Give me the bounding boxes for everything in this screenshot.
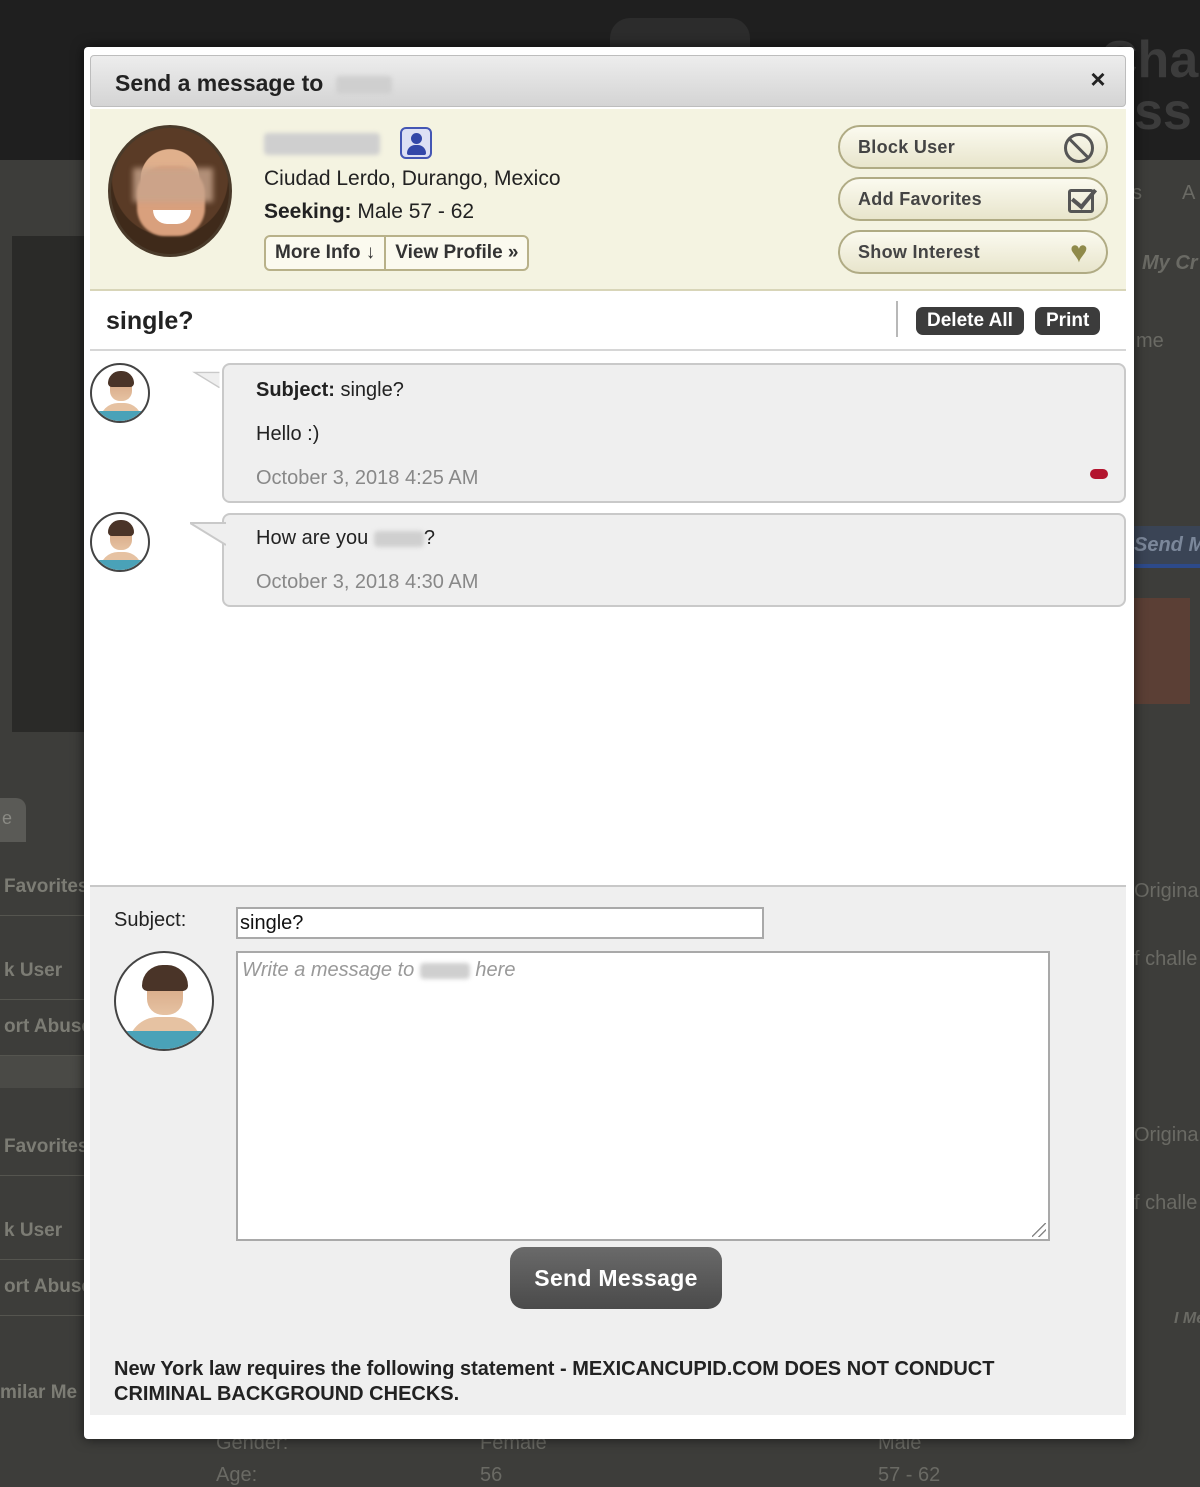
add-favorites-label: Add Favorites	[858, 189, 982, 209]
message-body: How are you ?	[256, 527, 435, 550]
background-right-text: A	[1182, 182, 1196, 204]
background-right-text: My Cr	[1142, 252, 1198, 274]
more-info-button[interactable]: More Info ↓	[266, 237, 384, 269]
background-menu-item: Favorites	[0, 860, 84, 916]
message-subject-value: single?	[340, 379, 404, 401]
recipient-name-redacted	[264, 133, 380, 155]
background-menu-item: k User	[0, 944, 84, 1000]
message-bubble: Subject: single? Hello :) October 3, 201…	[190, 363, 1126, 503]
background-right-text: me	[1136, 330, 1164, 352]
subject-label: Subject:	[114, 909, 187, 931]
thread-subject: single?	[106, 307, 194, 335]
background-left-menu: Favorites k User ort Abuse Favorites k U…	[0, 860, 84, 1316]
profile-links: More Info ↓ View Profile »	[264, 235, 530, 271]
legal-notice: New York law requires the following stat…	[114, 1358, 995, 1405]
compose-panel: Subject: Write a message to here Send Me…	[90, 885, 1126, 1415]
bubble-tail	[190, 371, 224, 389]
background-right-column: s A My Cr me Origina f challe Origina f …	[1132, 160, 1200, 1480]
background-age-label: Age:	[216, 1464, 258, 1486]
block-user-button[interactable]: Block User	[838, 125, 1108, 169]
my-avatar	[114, 951, 214, 1051]
delete-all-button[interactable]: Delete All	[916, 307, 1024, 335]
print-button[interactable]: Print	[1035, 307, 1101, 335]
sender-avatar	[90, 363, 150, 423]
close-icon[interactable]: ×	[1085, 66, 1111, 92]
background-header-text-2: ss	[1134, 83, 1192, 141]
background-hero-image	[12, 236, 88, 732]
add-favorites-button[interactable]: Add Favorites	[838, 177, 1108, 221]
recipient-seeking: Seeking: Male 57 - 62	[264, 200, 474, 224]
message-body-suffix: ?	[423, 527, 435, 549]
send-message-modal: Send a message to × Ciudad Lerdo, Durang…	[84, 47, 1134, 1439]
message-subject: Subject: single?	[256, 379, 404, 402]
show-interest-label: Show Interest	[858, 242, 980, 262]
message-body: Hello :)	[256, 423, 320, 445]
block-icon	[1064, 133, 1094, 163]
heart-icon: ♥	[1069, 236, 1089, 269]
background-menu-item: k User	[0, 1204, 84, 1260]
sender-avatar	[90, 512, 150, 572]
bubble-tail	[190, 522, 226, 546]
subject-input[interactable]	[236, 907, 764, 939]
recipient-name-redacted	[335, 75, 392, 94]
background-profile-photo	[1134, 598, 1190, 704]
recipient-name-redacted	[373, 530, 424, 547]
divider	[896, 301, 898, 337]
background-right-text: I Me	[1174, 1310, 1200, 1327]
modal-title: Send a message to	[115, 70, 392, 97]
recipient-name-redacted	[419, 962, 470, 979]
background-menu-item: ort Abuse	[0, 1260, 84, 1316]
background-right-text: f challe	[1134, 1192, 1198, 1214]
message-timestamp: October 3, 2018 4:25 AM	[256, 467, 479, 489]
modal-title-text: Send a message to	[115, 70, 324, 96]
background-menu-item: Favorites	[0, 1120, 84, 1176]
thread-header: single? Delete All Print	[90, 293, 1126, 351]
avatar-redaction	[133, 168, 213, 202]
background-tab: e	[0, 798, 26, 842]
background-age-value: 56	[480, 1464, 503, 1486]
checkbox-icon	[1068, 189, 1094, 213]
seeking-value: Male 57 - 62	[357, 200, 475, 223]
modal-titlebar: Send a message to ×	[90, 55, 1126, 107]
background-divider	[0, 1056, 84, 1088]
message-subject-label: Subject:	[256, 379, 335, 401]
background-age-range: 57 - 62	[878, 1464, 941, 1486]
resize-handle[interactable]	[1032, 1223, 1046, 1237]
view-profile-button[interactable]: View Profile »	[384, 237, 527, 269]
send-message-button[interactable]: Send Message	[510, 1247, 722, 1309]
recipient-avatar[interactable]	[108, 125, 232, 257]
message-body-prefix: How are you	[256, 527, 369, 549]
member-type-icon	[400, 127, 432, 159]
background-similar-members: milar Me	[0, 1382, 78, 1403]
seeking-label: Seeking:	[264, 200, 352, 223]
background-right-text: Origina	[1134, 1124, 1199, 1146]
background-right-text: Origina	[1134, 880, 1199, 902]
message-bubble: How are you ? October 3, 2018 4:30 AM	[190, 513, 1126, 607]
recipient-location: Ciudad Lerdo, Durango, Mexico	[264, 167, 561, 190]
message-textarea[interactable]: Write a message to here	[236, 951, 1050, 1241]
background-send-message-button: Send M	[1134, 526, 1200, 568]
message-timestamp: October 3, 2018 4:30 AM	[256, 571, 479, 593]
message-placeholder-prefix: Write a message to	[242, 959, 415, 981]
unread-indicator	[1090, 469, 1108, 479]
block-user-label: Block User	[858, 137, 956, 157]
background-menu-item: ort Abuse	[0, 1000, 84, 1056]
recipient-profile-bar: Ciudad Lerdo, Durango, Mexico Seeking: M…	[90, 109, 1126, 291]
message-placeholder-suffix: here	[475, 959, 516, 981]
background-right-text: f challe	[1134, 948, 1198, 970]
show-interest-button[interactable]: Show Interest ♥	[838, 230, 1108, 274]
